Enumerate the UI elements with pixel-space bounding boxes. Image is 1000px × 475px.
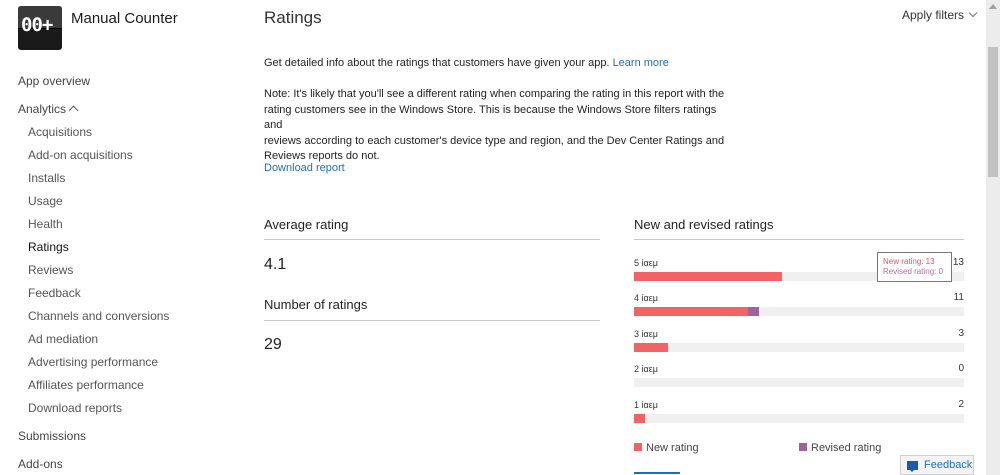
legend-new-rating: New rating <box>634 442 699 454</box>
download-report-link[interactable]: Download report <box>264 162 345 174</box>
scroll-up-arrow-icon[interactable] <box>989 4 997 9</box>
chart-total-label: 2 <box>958 399 964 410</box>
chart-bar-track <box>634 343 964 352</box>
intro-description: Get detailed info about the ratings that… <box>264 57 610 69</box>
intro-text: Get detailed info about the ratings that… <box>264 57 669 69</box>
sidebar-item-advertising-performance[interactable]: Advertising performance <box>18 351 238 374</box>
apply-filters-label: Apply filters <box>902 8 965 22</box>
main-content: Ratings Apply filters Get detailed info … <box>264 0 984 475</box>
chart-bar-new[interactable] <box>634 307 748 316</box>
sidebar-item-acquisitions[interactable]: Acquisitions <box>18 121 238 144</box>
tooltip-revised-rating: Revised rating: 0 <box>883 267 944 276</box>
chart-tooltip: New rating: 13 Revised rating: 0 <box>877 252 952 282</box>
legend-revised-label: Revised rating <box>811 442 882 454</box>
chart-bar-new[interactable] <box>634 272 782 281</box>
apply-filters-button[interactable]: Apply filters <box>902 8 978 22</box>
sidebar-item-affiliates-performance[interactable]: Affiliates performance <box>18 374 238 397</box>
chart-bar-new[interactable] <box>634 343 669 352</box>
feedback-label: Feedback <box>924 459 973 471</box>
sidebar-item-channels-conversions[interactable]: Channels and conversions <box>18 305 238 328</box>
sidebar-item-ad-mediation[interactable]: Ad mediation <box>18 328 238 351</box>
partial-link-below <box>634 466 694 475</box>
chart-total-label: 3 <box>958 328 964 339</box>
legend-new-swatch <box>634 443 642 451</box>
note-line-3: reviews according to each customer's dev… <box>264 134 725 147</box>
chat-bubble-icon <box>907 460 918 472</box>
sidebar-item-download-reports[interactable]: Download reports <box>18 397 238 420</box>
chart-bar-track <box>634 378 964 387</box>
sidebar-item-analytics-label: Analytics <box>18 102 67 116</box>
chart-category-label: 5 ίαεμ <box>634 258 658 268</box>
sidebar-item-installs[interactable]: Installs <box>18 167 238 190</box>
chart-category-label: 2 ίαεμ <box>634 364 658 374</box>
chart-total-label: 0 <box>958 363 964 374</box>
sidebar-item-app-overview[interactable]: App overview <box>18 70 238 93</box>
sidebar-nav: App overview Analytics Acquisitions Add-… <box>18 70 238 475</box>
sidebar-item-addon-acquisitions[interactable]: Add-on acquisitions <box>18 144 238 167</box>
note-line-2: rating customers see in the Windows Stor… <box>264 103 717 132</box>
feedback-button[interactable]: Feedback <box>900 455 974 475</box>
chart-bar-new[interactable] <box>634 414 646 423</box>
tooltip-new-rating: New rating: 13 <box>883 257 935 266</box>
average-rating-title: Average rating <box>264 217 349 232</box>
chart-title-divider <box>634 239 964 240</box>
chevron-down-icon <box>968 8 978 18</box>
chart-bar-revised[interactable] <box>747 307 760 316</box>
legend-revised-rating: Revised rating <box>799 442 881 454</box>
average-rating-divider <box>264 239 600 240</box>
app-header: 00+ Manual Counter <box>18 6 178 50</box>
note-line-1: Note: It's likely that you'll see a diff… <box>264 88 725 100</box>
sidebar-item-reviews[interactable]: Reviews <box>18 259 238 282</box>
legend-revised-swatch <box>799 443 807 451</box>
chart-category-label: 4 ίαεμ <box>634 293 658 303</box>
sidebar-item-addons[interactable]: Add-ons <box>18 453 238 475</box>
sidebar-item-submissions[interactable]: Submissions <box>18 425 238 448</box>
note-text: Note: It's likely that you'll see a diff… <box>264 87 734 165</box>
app-logo: 00+ <box>18 6 62 50</box>
app-name: Manual Counter <box>71 10 178 27</box>
chart-category-label: 3 ίαεμ <box>634 329 658 339</box>
scrollbar-thumb[interactable] <box>988 47 998 177</box>
chart-title: New and revised ratings <box>634 217 774 232</box>
page-title: Ratings <box>264 8 322 27</box>
sidebar-item-analytics[interactable]: Analytics <box>18 98 238 121</box>
chart-bar-track <box>634 307 964 316</box>
average-rating-value: 4.1 <box>264 256 287 273</box>
chart-total-label: 11 <box>953 292 964 303</box>
chevron-up-icon <box>68 105 79 116</box>
sidebar-item-health[interactable]: Health <box>18 213 238 236</box>
app-logo-text: 00+ <box>21 14 53 36</box>
number-of-ratings-value: 29 <box>264 336 282 353</box>
sidebar-item-feedback[interactable]: Feedback <box>18 282 238 305</box>
sidebar: 00+ Manual Counter App overview Analytic… <box>0 0 240 475</box>
number-of-ratings-title: Number of ratings <box>264 297 368 312</box>
vertical-scrollbar[interactable] <box>986 0 1000 475</box>
sidebar-item-ratings[interactable]: Ratings <box>18 236 238 259</box>
chart-bar-track <box>634 414 964 423</box>
legend-new-label: New rating <box>646 442 699 454</box>
learn-more-link[interactable]: Learn more <box>613 57 669 69</box>
number-of-ratings-divider <box>264 320 600 321</box>
sidebar-item-usage[interactable]: Usage <box>18 190 238 213</box>
chart-category-label: 1 ίαεμ <box>634 400 658 410</box>
